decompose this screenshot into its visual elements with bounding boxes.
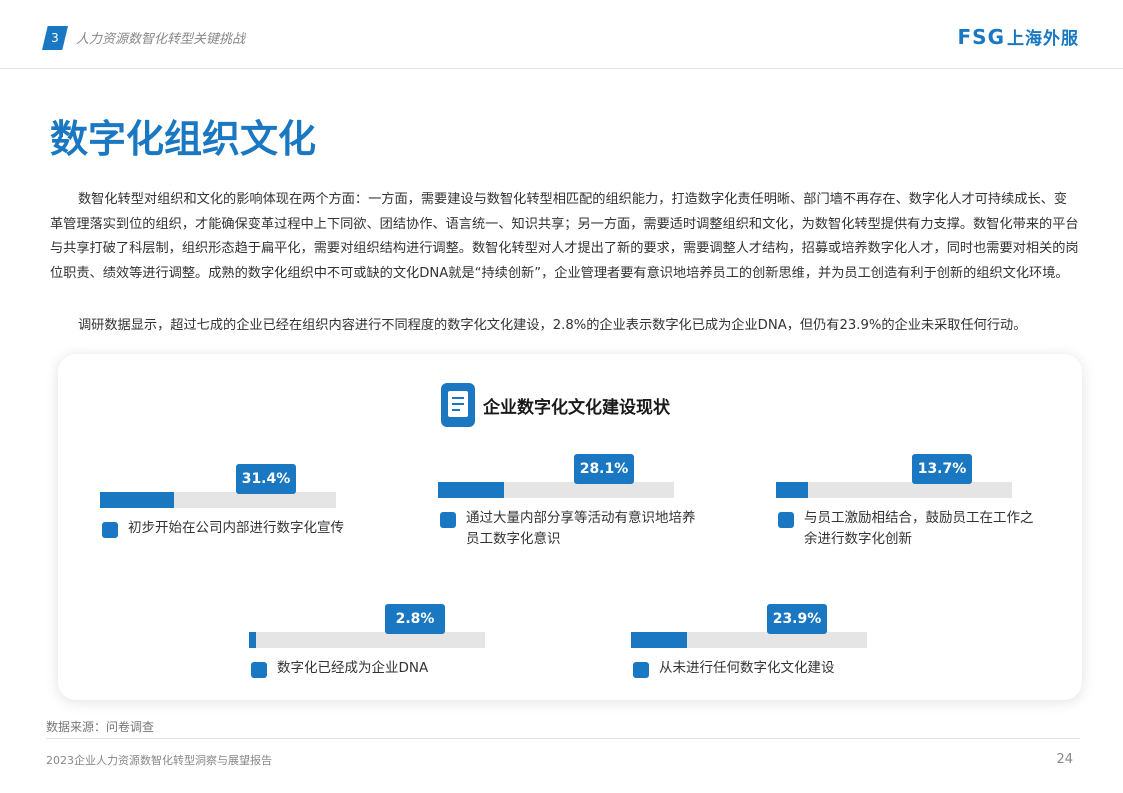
body-paragraph-1: 数智化转型对组织和文化的影响体现在两个方面：一方面，需要建设与数智化转型相匹配的…: [50, 192, 1079, 281]
progress-fill: [249, 632, 256, 648]
stat-label: 从未进行任何数字化文化建设: [659, 660, 835, 676]
logo-cn: 上海外服: [1007, 29, 1079, 49]
progress-track: [100, 492, 336, 508]
report-title: 2023企业人力资源数智化转型洞察与展望报告: [46, 754, 272, 767]
footer-divider: [46, 738, 1080, 739]
percentage-badge: 2.8%: [385, 604, 445, 634]
stat-label: 与员工激励相结合，鼓励员工在工作之余进行数字化创新: [804, 510, 1034, 547]
bullet-marker: [440, 512, 456, 528]
progress-track: [249, 632, 485, 648]
page-title: 数字化组织文化: [50, 117, 317, 161]
bullet-marker: [633, 662, 649, 678]
progress-fill: [438, 482, 505, 498]
data-source-note: 数据来源：问卷调查: [46, 720, 155, 734]
progress-fill: [776, 482, 809, 498]
percentage-badge: 13.7%: [912, 454, 972, 484]
stat-label: 数字化已经成为企业DNA: [277, 660, 429, 676]
progress-fill: [631, 632, 688, 648]
percentage-badge: 23.9%: [767, 604, 827, 634]
progress-fill: [100, 492, 175, 508]
bullet-marker: [102, 522, 118, 538]
page-header: 3 人力资源数智化转型关键挑战 FSG 上海外服: [0, 0, 1123, 69]
document-icon: [441, 383, 475, 427]
page-number: 24: [1056, 752, 1073, 767]
culture-status-card: 企业数字化文化建设现状 31.4% 初步开始在公司内部进行数字化宣传 28.1%…: [58, 354, 1082, 700]
percentage-badge: 28.1%: [574, 454, 634, 484]
section-title: 人力资源数智化转型关键挑战: [76, 32, 246, 47]
card-title: 企业数字化文化建设现状: [483, 397, 670, 418]
body-paragraph-2: 调研数据显示，超过七成的企业已经在组织内容进行不同程度的数字化文化建设，2.8%…: [78, 318, 1027, 333]
progress-track: [631, 632, 867, 648]
progress-track: [438, 482, 674, 498]
bullet-marker: [251, 662, 267, 678]
fsg-logo: FSG 上海外服: [958, 24, 1079, 49]
section-number-badge: 3: [42, 26, 68, 50]
progress-track: [776, 482, 1012, 498]
bullet-marker: [778, 512, 794, 528]
percentage-badge: 31.4%: [236, 464, 296, 494]
stat-label: 通过大量内部分享等活动有意识地培养员工数字化意识: [466, 510, 696, 547]
card-header: 企业数字化文化建设现状: [441, 382, 670, 428]
logo-latin: FSG: [957, 25, 1005, 49]
stat-label: 初步开始在公司内部进行数字化宣传: [128, 520, 344, 536]
